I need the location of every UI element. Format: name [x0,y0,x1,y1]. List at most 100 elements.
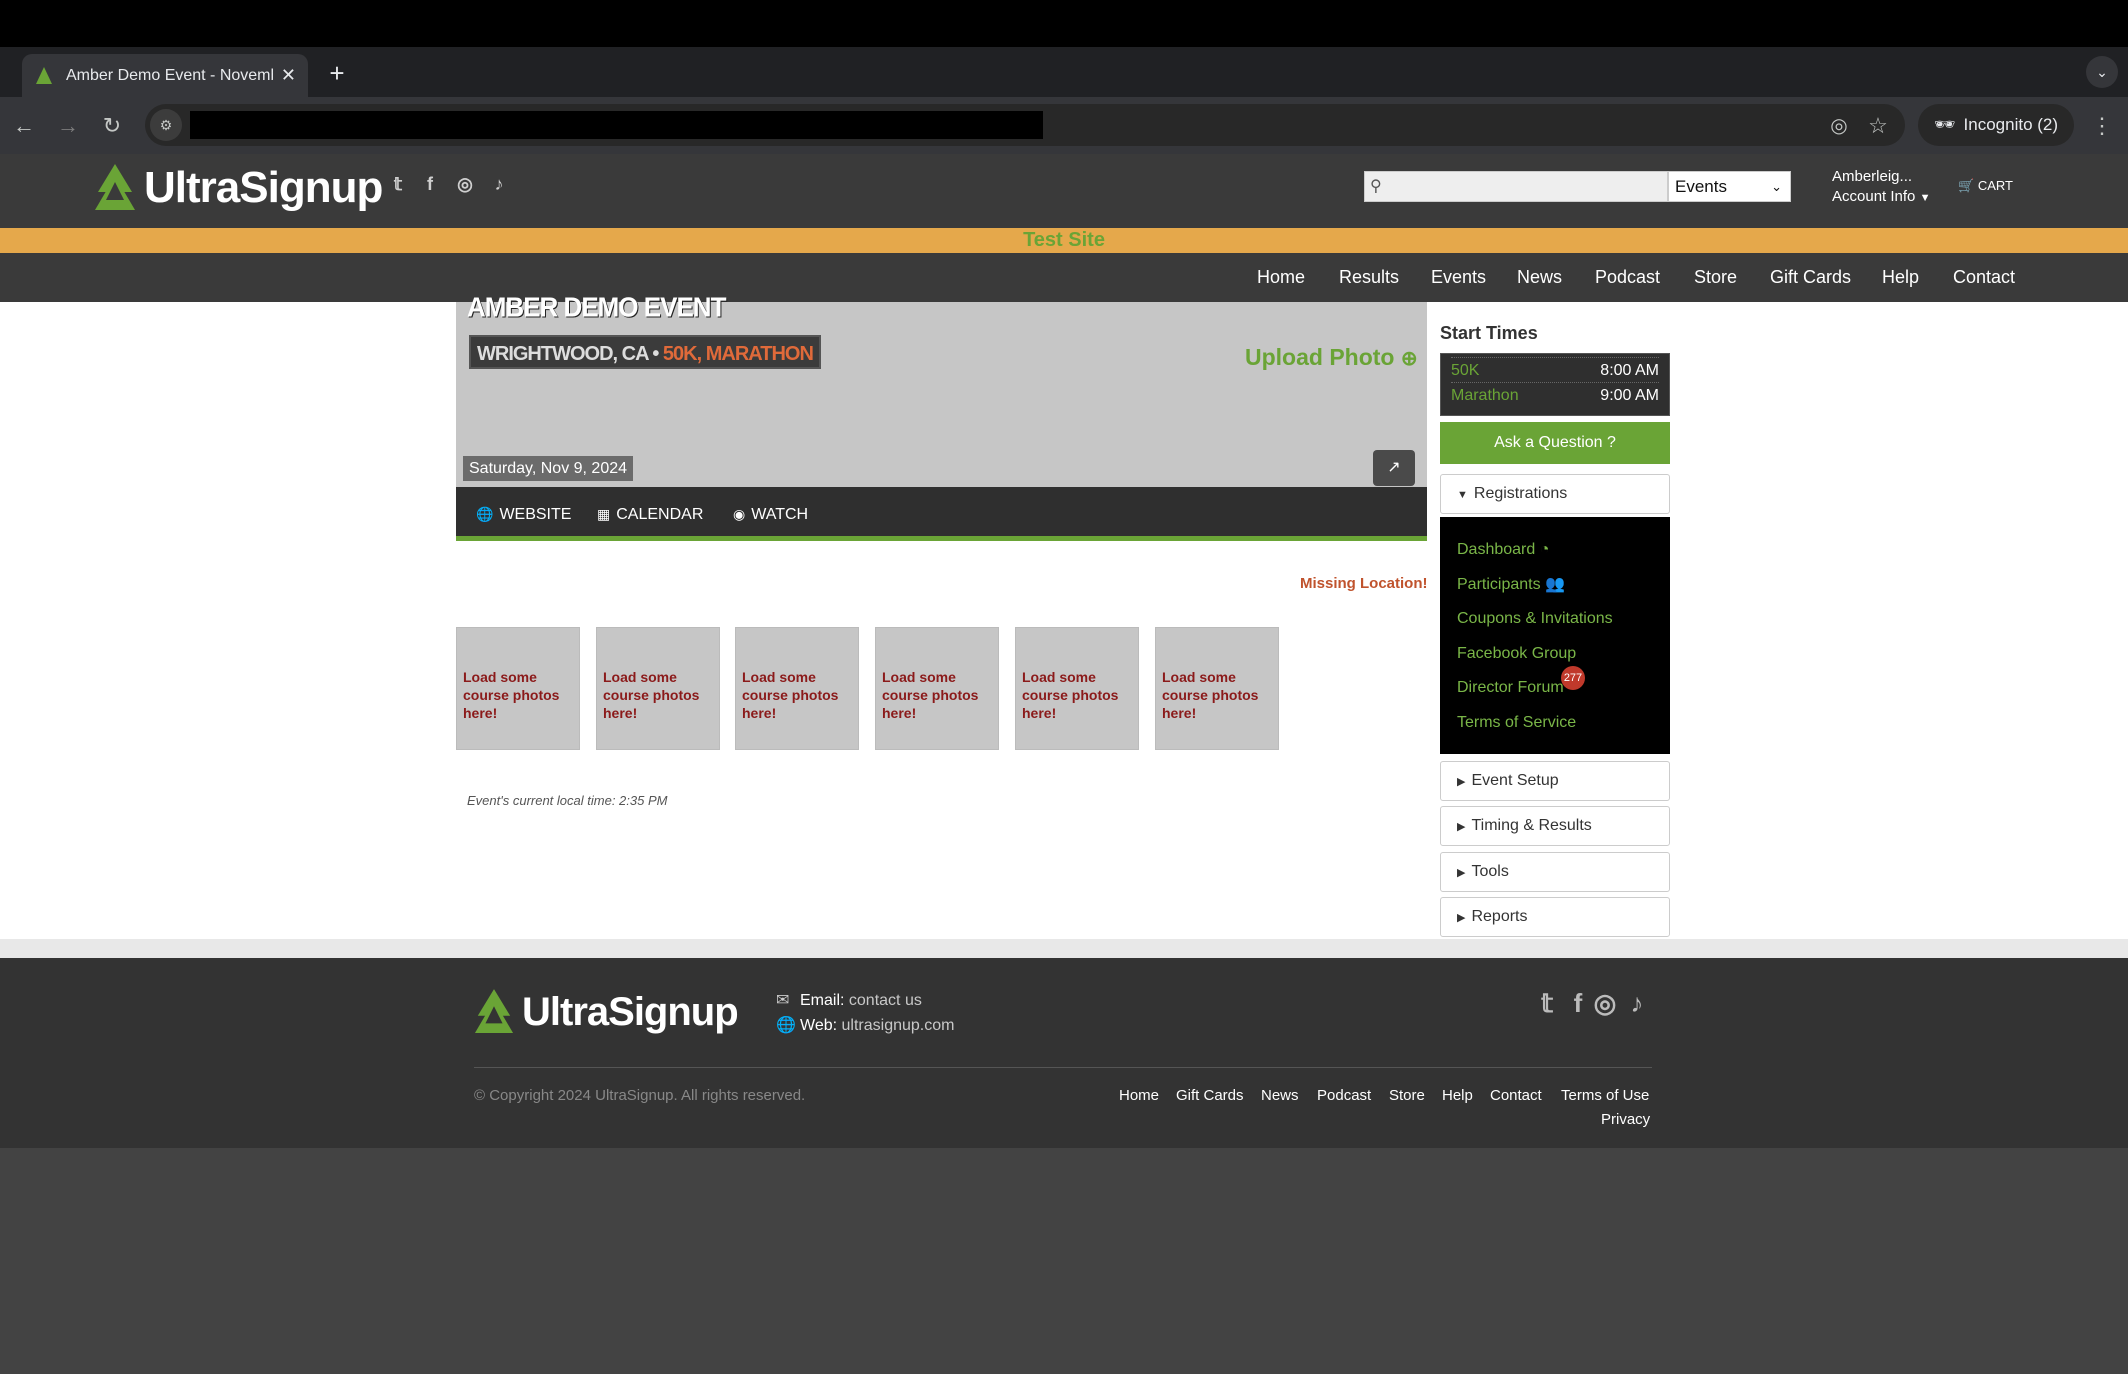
ask-question-button[interactable]: Ask a Question ? [1440,422,1670,464]
director-forum-link[interactable]: Director Forum [1457,675,1653,710]
event-date: Saturday, Nov 9, 2024 [463,456,634,481]
close-tab-icon[interactable]: ✕ [281,65,296,86]
twitter-icon[interactable]: 𝕥 [1532,988,1562,1018]
nav-home[interactable]: Home [1257,253,1305,302]
watch-link[interactable]: ◉ WATCH [733,487,808,541]
browser-menu-icon[interactable]: ⋮ [2088,110,2116,142]
eye-off-icon[interactable]: ◎ [1823,110,1855,142]
footer-link-store[interactable]: Store [1389,1087,1425,1104]
reports-toggle[interactable]: ▶ Reports [1440,897,1670,937]
footer-divider [0,939,2128,958]
website-label: WEBSITE [499,506,572,523]
tab-search-chevron-icon[interactable]: ⌄ [2086,56,2118,88]
upload-photo-button[interactable]: Upload Photo ⊕ [1245,344,1418,371]
globe-icon: 🌐 [776,1017,796,1034]
footer-link-news[interactable]: News [1261,1087,1299,1104]
footer-link-help[interactable]: Help [1442,1087,1473,1104]
footer-link-home[interactable]: Home [1119,1087,1159,1104]
footer-logo[interactable]: UltraSignup [474,986,739,1038]
nav-results[interactable]: Results [1339,253,1399,302]
course-photo-placeholder[interactable]: Load some course photos here! [735,627,859,750]
test-site-banner: Test Site [0,228,2128,253]
course-photo-placeholder[interactable]: Load some course photos here! [875,627,999,750]
url-text[interactable] [190,111,1043,139]
forum-count-badge: 277 [1561,666,1585,690]
start-times-title: Start Times [1440,323,1538,343]
participants-link[interactable]: Participants 👥 [1457,572,1653,607]
incognito-label: Incognito (2) [1963,115,2059,134]
question-circle-icon: ? [1607,434,1616,451]
twitter-icon[interactable]: 𝕥 [386,172,410,196]
facebook-group-link[interactable]: Facebook Group [1457,641,1653,676]
search-input[interactable] [1364,171,1668,202]
facebook-icon[interactable]: f [418,172,442,196]
nav-news[interactable]: News [1517,253,1562,302]
event-setup-toggle[interactable]: ▶ Event Setup [1440,761,1670,801]
calendar-link[interactable]: ▦ CALENDAR [597,487,703,541]
website-link[interactable]: 🌐 WEBSITE [476,487,571,541]
incognito-button[interactable]: 🕶 Incognito (2) [1918,104,2074,146]
ultrasignup-favicon-icon [36,66,52,84]
tiktok-icon[interactable]: ♪ [1622,988,1652,1018]
tree-logo-icon [474,989,514,1033]
nav-podcast[interactable]: Podcast [1595,253,1660,302]
nav-gift-cards[interactable]: Gift Cards [1770,253,1851,302]
forward-arrow-icon[interactable]: → [52,110,84,142]
site-footer [0,958,2128,1148]
web-link[interactable]: ultrasignup.com [842,1017,955,1034]
facebook-icon[interactable]: f [1563,988,1593,1018]
chevron-down-icon: ⌄ [1771,179,1782,194]
site-logo[interactable]: UltraSignup [94,160,383,216]
back-arrow-icon[interactable]: ← [8,110,40,142]
footer-link-terms[interactable]: Terms of Use [1561,1087,1649,1104]
new-tab-button[interactable]: + [322,58,352,88]
footer-link-contact[interactable]: Contact [1490,1087,1542,1104]
tools-toggle[interactable]: ▶ Tools [1440,852,1670,892]
start-time-row: Marathon 9:00 AM [1451,382,1659,407]
search-scope-select[interactable]: Events ⌄ [1668,171,1791,202]
caret-right-icon: ▶ [1457,867,1466,879]
logo-text: UltraSignup [144,163,383,212]
calendar-label: CALENDAR [616,506,704,523]
dashboard-link[interactable]: Dashboard ◔ [1457,537,1653,572]
course-photo-placeholder[interactable]: Load some course photos here! [1015,627,1139,750]
course-photo-placeholder[interactable]: Load some course photos here! [596,627,720,750]
start-time-name: Marathon [1451,387,1519,404]
tools-label: Tools [1471,863,1509,880]
nav-events[interactable]: Events [1431,253,1486,302]
email-link[interactable]: contact us [849,992,922,1009]
instagram-icon[interactable]: ◎ [1590,988,1620,1018]
nav-help[interactable]: Help [1882,253,1919,302]
course-photo-placeholder[interactable]: Load some course photos here! [456,627,580,750]
registrations-toggle[interactable]: ▼ Registrations [1440,474,1670,514]
instagram-icon[interactable]: ◎ [453,172,477,196]
coupons-link[interactable]: Coupons & Invitations [1457,606,1653,641]
footer-link-gift-cards[interactable]: Gift Cards [1176,1087,1244,1104]
terms-of-service-link[interactable]: Terms of Service [1457,710,1653,745]
nav-store[interactable]: Store [1694,253,1737,302]
footer-link-podcast[interactable]: Podcast [1317,1087,1371,1104]
footer-email: ✉ Email: contact us [776,990,922,1010]
timing-results-toggle[interactable]: ▶ Timing & Results [1440,806,1670,846]
bookmark-star-icon[interactable]: ☆ [1862,110,1894,142]
location-separator: • [647,343,663,365]
search-icon: ⚲ [1370,178,1382,195]
globe-icon: 🌐 [476,506,494,522]
start-times-table: 50K 8:00 AM Marathon 9:00 AM [1440,353,1670,416]
caret-down-icon: ▼ [1919,192,1931,204]
site-info-icon[interactable]: ⚙ [150,109,182,141]
search-scope-value: Events [1675,177,1727,196]
cart-link[interactable]: 🛒 CART [1958,178,2013,194]
reload-icon[interactable]: ↻ [96,110,128,142]
email-label: Email: [800,992,845,1009]
registrations-panel: Dashboard ◔ Participants 👥 Coupons & Inv… [1440,517,1670,754]
footer-link-privacy[interactable]: Privacy [1601,1111,1650,1128]
tiktok-icon[interactable]: ♪ [487,172,511,196]
browser-tab[interactable]: Amber Demo Event - Novemb ✕ [22,54,308,97]
account-menu[interactable]: Amberleig... Account Info ▼ [1832,167,1942,208]
event-location-badge: WRIGHTWOOD, CA • 50K, MARATHON [469,335,821,369]
share-button[interactable]: ↗ [1373,450,1415,486]
missing-location-link[interactable]: Missing Location! [1300,575,1428,592]
nav-contact[interactable]: Contact [1953,253,2015,302]
course-photo-placeholder[interactable]: Load some course photos here! [1155,627,1279,750]
